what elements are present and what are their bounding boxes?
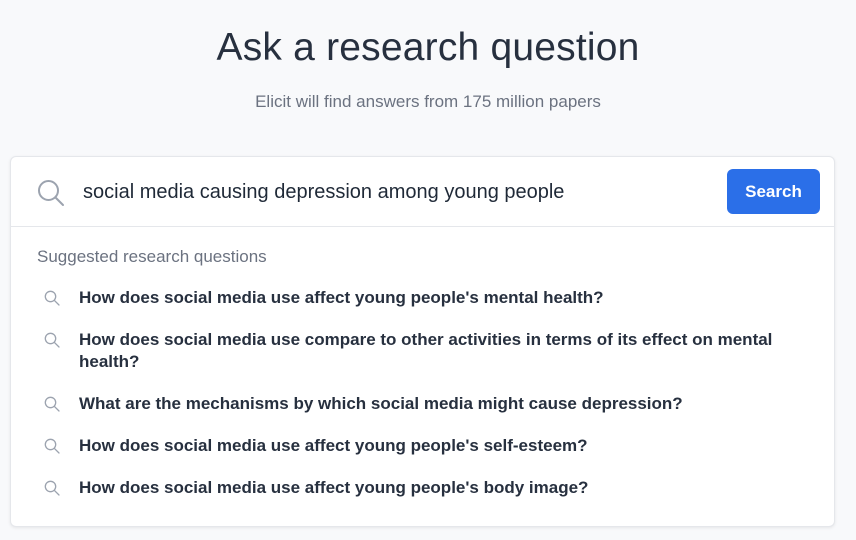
search-input[interactable] [83, 173, 713, 211]
suggestions-heading: Suggested research questions [37, 247, 267, 266]
search-card: Search Suggested research questions How … [10, 156, 835, 527]
suggestion-item[interactable]: How does social media use affect young p… [37, 477, 797, 499]
suggestion-text: How does social media use compare to oth… [79, 330, 773, 371]
suggestion-text: What are the mechanisms by which social … [79, 394, 683, 413]
page-title: Ask a research question [216, 26, 640, 69]
suggestion-text: How does social media use affect young p… [79, 288, 604, 307]
suggestion-item[interactable]: How does social media use compare to oth… [37, 329, 797, 373]
search-icon [38, 180, 64, 206]
suggestion-item[interactable]: How does social media use affect young p… [37, 287, 797, 309]
page: Ask a research question Elicit will find… [0, 0, 856, 540]
search-icon [44, 396, 60, 412]
suggestion-item[interactable]: What are the mechanisms by which social … [37, 393, 797, 415]
search-bar: Search [11, 157, 834, 227]
suggestion-item[interactable]: How does social media use affect young p… [37, 435, 797, 457]
search-icon [44, 290, 60, 306]
suggestion-text: How does social media use affect young p… [79, 478, 589, 497]
suggestions-list: How does social media use affect young p… [37, 287, 797, 499]
search-icon [44, 480, 60, 496]
search-icon [44, 332, 60, 348]
search-icon [44, 438, 60, 454]
search-button[interactable]: Search [727, 169, 820, 214]
page-subtitle: Elicit will find answers from 175 millio… [255, 92, 601, 111]
suggestion-text: How does social media use affect young p… [79, 436, 588, 455]
